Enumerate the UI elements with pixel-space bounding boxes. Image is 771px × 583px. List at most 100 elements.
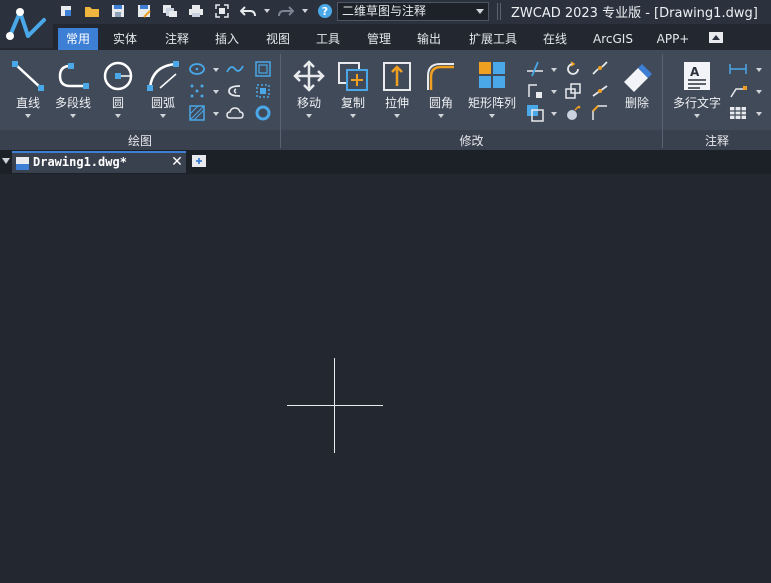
polyline-button[interactable]: 多段线 [50, 58, 96, 124]
circle-button[interactable]: 圆 [95, 58, 141, 124]
hatch-dropdown[interactable] [213, 112, 219, 116]
linear-dim-button[interactable] [729, 60, 747, 78]
tab-extend-tools[interactable]: 扩展工具 [463, 28, 523, 50]
break-button[interactable] [591, 60, 609, 78]
copy-icon [338, 62, 368, 91]
line-button[interactable]: 直线 [5, 58, 51, 124]
tab-solid[interactable]: 实体 [105, 28, 145, 50]
document-list-icon[interactable] [2, 158, 10, 164]
save-button[interactable] [108, 2, 128, 20]
table-dropdown[interactable] [756, 112, 762, 116]
fullscreen-button[interactable] [212, 2, 232, 20]
undo-dropdown[interactable] [264, 9, 270, 13]
new-tab-icon [192, 155, 206, 167]
tab-tools[interactable]: 工具 [308, 28, 348, 50]
modify-panel-title: 修改 [459, 134, 484, 148]
hatch-icon [189, 105, 205, 121]
donut-button[interactable] [254, 104, 272, 122]
stretch-button[interactable]: 拉伸 [374, 58, 420, 124]
close-icon[interactable]: ✕ [170, 155, 184, 169]
chevron-down-icon [350, 114, 356, 118]
title-divider [497, 3, 501, 20]
chevron-down-icon [438, 114, 444, 118]
trim-button[interactable] [526, 60, 544, 78]
offset-dropdown[interactable] [551, 112, 557, 116]
revcloud-button[interactable] [226, 104, 244, 122]
copy-button[interactable]: 复制 [330, 58, 376, 124]
cloud-icon [226, 107, 244, 119]
crosshair-cursor-horizontal [287, 405, 383, 406]
move-button[interactable]: 移动 [286, 58, 332, 124]
rectangle-button[interactable] [254, 60, 272, 78]
document-tab[interactable]: Drawing1.dwg* ✕ [12, 151, 186, 173]
hatch-button[interactable] [188, 104, 206, 122]
tab-arcgis[interactable]: ArcGIS [588, 28, 638, 50]
spline-button[interactable] [226, 60, 244, 78]
new-file-icon [61, 6, 71, 16]
undo-button[interactable] [238, 2, 258, 20]
rect-array-label: 矩形阵列 [467, 96, 516, 110]
tab-insert[interactable]: 插入 [207, 28, 247, 50]
rotate-button[interactable] [564, 60, 582, 78]
offset-curve-button[interactable] [226, 82, 244, 100]
point-button[interactable] [188, 82, 206, 100]
chamfer-button[interactable] [591, 104, 609, 122]
crosshair-cursor-vertical [334, 358, 335, 453]
open-button[interactable] [82, 2, 102, 20]
join-button[interactable] [591, 82, 609, 100]
rect-array-button[interactable]: 矩形阵列 [466, 58, 518, 124]
arc-icon [147, 61, 179, 91]
chevron-down-icon [306, 114, 312, 118]
tab-app-plus[interactable]: APP+ [651, 28, 695, 50]
chevron-down-icon [489, 114, 495, 118]
fillet-icon [427, 63, 454, 90]
leader-dropdown[interactable] [756, 90, 762, 94]
mtext-label: 多行文字 [672, 96, 721, 110]
mirror-button[interactable] [526, 82, 544, 100]
point-dropdown[interactable] [213, 90, 219, 94]
mirror-dropdown[interactable] [551, 90, 557, 94]
tab-annotate[interactable]: 注释 [157, 28, 197, 50]
save-icon [112, 5, 124, 17]
help-button[interactable]: ? [315, 2, 335, 20]
tab-view[interactable]: 视图 [258, 28, 298, 50]
print-button[interactable] [186, 2, 206, 20]
spline-icon [226, 65, 244, 73]
dimension-dropdown[interactable] [756, 68, 762, 72]
redo-button[interactable] [276, 2, 296, 20]
trim-dropdown[interactable] [551, 68, 557, 72]
leader-button[interactable] [729, 82, 747, 100]
table-button[interactable] [729, 104, 747, 122]
scale-button[interactable] [564, 82, 582, 100]
ribbon-collapse-icon[interactable] [709, 32, 723, 43]
region-button[interactable] [254, 82, 272, 100]
new-file-button[interactable] [56, 2, 76, 20]
save-as-button[interactable] [134, 2, 154, 20]
workspace-select[interactable]: 二维草图与注释 [337, 2, 489, 21]
stretch-icon [383, 62, 411, 91]
join-icon [592, 85, 608, 97]
erase-button[interactable]: 删除 [614, 58, 660, 124]
trim-icon [527, 61, 543, 77]
arc-button[interactable]: 圆弧 [140, 58, 186, 124]
line-label: 直线 [15, 96, 40, 110]
drawing-canvas[interactable] [0, 174, 771, 583]
app-logo[interactable] [0, 0, 53, 48]
new-tab-button[interactable] [190, 153, 210, 169]
ellipse-button[interactable] [188, 60, 206, 78]
redo-dropdown[interactable] [302, 9, 308, 13]
tab-home[interactable]: 常用 [58, 28, 98, 50]
chevron-down-icon [115, 114, 121, 118]
tab-output[interactable]: 输出 [409, 28, 449, 50]
batch-plot-button[interactable] [160, 2, 180, 20]
fillet-button[interactable]: 圆角 [418, 58, 464, 124]
zwcad-logo-icon [6, 8, 46, 40]
scale-icon [565, 83, 581, 99]
mtext-button[interactable]: A 多行文字 [672, 58, 722, 124]
explode-button[interactable] [564, 104, 582, 122]
tab-manage[interactable]: 管理 [359, 28, 399, 50]
dwg-file-icon [16, 157, 29, 170]
ellipse-dropdown[interactable] [213, 68, 219, 72]
tab-online[interactable]: 在线 [535, 28, 575, 50]
offset-button[interactable] [526, 104, 544, 122]
